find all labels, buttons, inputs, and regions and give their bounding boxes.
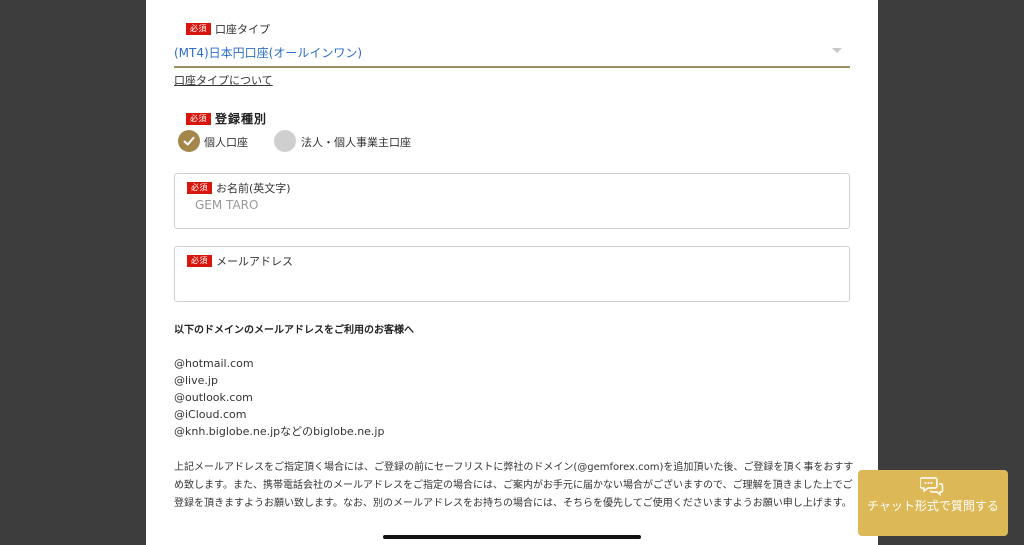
email-field-label: メールアドレス bbox=[216, 254, 293, 268]
domain-item: @knh.biglobe.ne.jpなどのbiglobe.ne.jp bbox=[174, 425, 385, 438]
domain-list: @hotmail.com @live.jp @outlook.com @iClo… bbox=[174, 355, 384, 440]
domain-item: @hotmail.com bbox=[174, 357, 254, 370]
radio-individual-account[interactable] bbox=[178, 130, 200, 152]
checkmark-icon bbox=[183, 136, 195, 146]
radio-corporate-account[interactable] bbox=[274, 130, 296, 152]
chat-button-label: チャット形式で質問する bbox=[867, 499, 999, 513]
name-field-label: お名前(英文字) bbox=[216, 181, 291, 195]
registration-form-panel: 必須 口座タイプ (MT4)日本円口座(オールインワン) 口座タイプについて 必須… bbox=[146, 0, 878, 545]
registration-type-label-row: 必須 登録種別 bbox=[186, 108, 267, 127]
account-type-label-row: 必須 口座タイプ bbox=[186, 18, 270, 37]
account-type-label: 口座タイプ bbox=[215, 22, 270, 36]
notice-title: 以下のドメインのメールアドレスをご利用のお客様へ bbox=[174, 325, 414, 336]
email-field-box[interactable]: 必須 メールアドレス bbox=[174, 246, 850, 302]
radio-label-corporate[interactable]: 法人・個人事業主口座 bbox=[301, 134, 411, 150]
domain-item: @live.jp bbox=[174, 374, 218, 387]
required-badge: 必須 bbox=[186, 22, 211, 35]
domain-item: @iCloud.com bbox=[174, 408, 247, 421]
chat-bubbles-icon bbox=[920, 477, 944, 496]
account-type-select[interactable]: (MT4)日本円口座(オールインワン) bbox=[174, 44, 362, 61]
chat-support-button[interactable]: チャット形式で質問する bbox=[858, 470, 1008, 536]
home-indicator-bar bbox=[383, 535, 641, 539]
name-field-box[interactable]: 必須 お名前(英文字) bbox=[174, 173, 850, 229]
radio-label-individual[interactable]: 個人口座 bbox=[204, 134, 248, 150]
required-badge: 必須 bbox=[186, 112, 211, 125]
registration-type-label: 登録種別 bbox=[215, 112, 268, 126]
domain-item: @outlook.com bbox=[174, 391, 253, 404]
notice-paragraph: 上記メールアドレスをご指定頂く場合には、ご登録の前にセーフリストに弊社のドメイン… bbox=[174, 462, 854, 509]
required-badge: 必須 bbox=[187, 254, 212, 267]
name-input[interactable] bbox=[193, 194, 797, 216]
chevron-down-icon[interactable] bbox=[832, 48, 842, 53]
email-input[interactable] bbox=[193, 267, 797, 289]
select-underline bbox=[174, 66, 850, 68]
required-badge: 必須 bbox=[187, 181, 212, 194]
account-type-about-link[interactable]: 口座タイプについて bbox=[174, 72, 273, 88]
